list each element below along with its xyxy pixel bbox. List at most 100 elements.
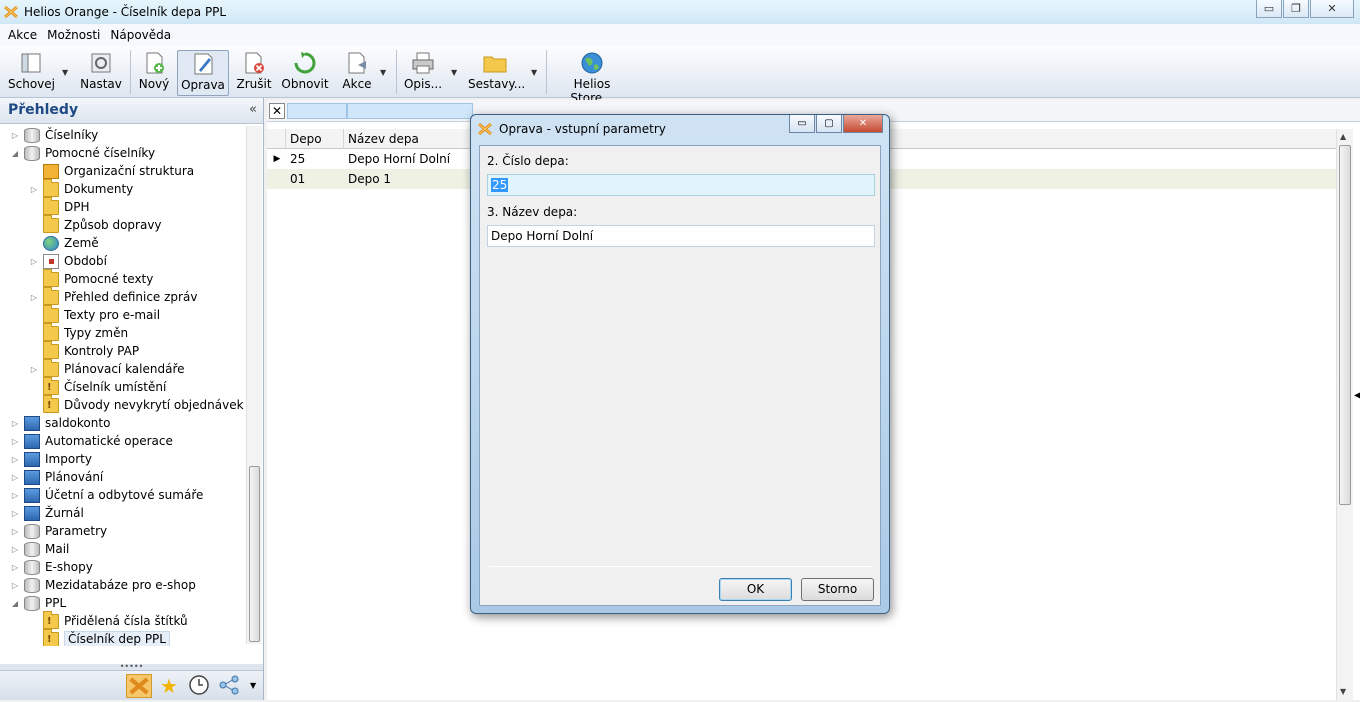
tree-node[interactable]: Texty pro e-mail bbox=[29, 304, 160, 324]
tree-node[interactable]: ▷ Mezidatabáze pro e-shop bbox=[10, 576, 196, 594]
expand-icon[interactable]: ▷ bbox=[10, 419, 20, 428]
expand-icon[interactable]: ▷ bbox=[10, 437, 20, 446]
schovej-button[interactable]: Schovej bbox=[8, 50, 55, 96]
clock-icon bbox=[189, 675, 209, 695]
tree-node[interactable]: Země bbox=[29, 234, 99, 252]
expand-icon[interactable]: ▷ bbox=[29, 257, 39, 266]
tree-node[interactable]: ▷ Plánování bbox=[10, 468, 103, 486]
clear-filter-icon[interactable]: ✕ bbox=[269, 103, 285, 119]
tree-node[interactable]: ▷ Období bbox=[29, 252, 107, 270]
menu-napoveda[interactable]: Nápověda bbox=[106, 28, 175, 42]
dialog-close-button[interactable]: ✕ bbox=[843, 115, 883, 133]
obnovit-button[interactable]: Obnovit bbox=[280, 50, 330, 96]
tree-node[interactable]: Způsob dopravy bbox=[29, 214, 162, 234]
expand-icon[interactable]: ▷ bbox=[10, 581, 20, 590]
tree-node[interactable]: ▷ Dokumenty bbox=[29, 178, 133, 198]
schovej-dropdown-icon[interactable]: ▼ bbox=[62, 68, 68, 77]
window-controls: ▭ ❐ ✕ bbox=[1255, 0, 1354, 18]
scrollbar-thumb[interactable] bbox=[249, 466, 260, 642]
tree-node[interactable]: Kontroly PAP bbox=[29, 340, 139, 360]
menu-akce[interactable]: Akce bbox=[4, 28, 41, 42]
collapse-icon[interactable]: ◢ bbox=[10, 149, 20, 158]
tree-node[interactable]: ◢ PPL bbox=[10, 594, 66, 612]
tree-node[interactable]: ▷ Žurnál bbox=[10, 504, 84, 522]
scrollbar-thumb[interactable] bbox=[1339, 145, 1351, 505]
cell-nazev[interactable]: Depo 1 bbox=[344, 169, 474, 189]
side-panel-toggle-icon[interactable]: ◀ bbox=[1354, 390, 1360, 401]
tree-node[interactable]: Organizační struktura bbox=[29, 162, 194, 180]
tree-node[interactable]: Typy změn bbox=[29, 322, 128, 342]
novy-button[interactable]: Nový bbox=[136, 50, 172, 96]
ok-button[interactable]: OK bbox=[719, 578, 792, 601]
expand-icon[interactable]: ▷ bbox=[10, 131, 20, 140]
tree-node[interactable]: ▷ Plánovací kalendáře bbox=[29, 358, 185, 378]
tree-node[interactable]: Pomocné texty bbox=[29, 268, 153, 288]
expand-icon[interactable]: ▷ bbox=[10, 455, 20, 464]
bottombar-dropdown-icon[interactable]: ▼ bbox=[250, 681, 256, 690]
scroll-down-icon[interactable]: ▼ bbox=[1340, 687, 1346, 696]
restore-button[interactable]: ❐ bbox=[1283, 0, 1309, 18]
column-header-nazev[interactable]: Název depa bbox=[344, 129, 474, 149]
sestavy-button[interactable]: Sestavy... bbox=[468, 50, 525, 96]
expand-icon[interactable]: ▷ bbox=[10, 545, 20, 554]
nastav-button[interactable]: Nastav bbox=[80, 50, 122, 96]
opis-dropdown-icon[interactable]: ▼ bbox=[451, 68, 457, 77]
menu-moznosti[interactable]: Možnosti bbox=[43, 28, 104, 42]
tree-node[interactable]: ▷ Automatické operace bbox=[10, 432, 173, 450]
tree-node[interactable]: ◢ Pomocné číselníky bbox=[10, 144, 155, 162]
refresh-icon bbox=[294, 52, 316, 74]
expand-icon[interactable]: ▷ bbox=[29, 185, 39, 194]
opis-button[interactable]: Opis... bbox=[402, 50, 444, 96]
tree-node[interactable]: Přidělená čísla štítků bbox=[29, 610, 188, 630]
expand-icon[interactable]: ▷ bbox=[10, 527, 20, 536]
tree-node[interactable]: ▷ Číselníky bbox=[10, 126, 98, 144]
helios-overview-icon[interactable] bbox=[126, 674, 152, 698]
tree-node[interactable]: ▷ Importy bbox=[10, 450, 92, 468]
tree-node[interactable]: DPH bbox=[29, 196, 90, 216]
tree-node-selected[interactable]: Číselník dep PPL bbox=[29, 628, 170, 646]
tree-node[interactable]: ▷ Účetní a odbytové sumáře bbox=[10, 486, 203, 504]
akce-button[interactable]: Akce bbox=[338, 50, 376, 96]
expand-icon[interactable]: ▷ bbox=[10, 491, 20, 500]
cell-nazev[interactable]: Depo Horní Dolní bbox=[344, 149, 474, 169]
tree-node[interactable]: ▷ Mail bbox=[10, 540, 69, 558]
grid-scrollbar[interactable]: ▲ ▼ bbox=[1336, 129, 1353, 700]
tree-node[interactable]: ▷ Přehled definice zpráv bbox=[29, 286, 197, 306]
zrusit-button[interactable]: Zrušit bbox=[234, 50, 274, 96]
column-header-depo[interactable]: Depo bbox=[286, 129, 344, 149]
cell-depo[interactable]: 25 bbox=[286, 149, 344, 169]
akce-dropdown-icon[interactable]: ▼ bbox=[380, 68, 386, 77]
tree-node[interactable]: ▷ E-shopy bbox=[10, 558, 93, 576]
filter-cell-depo[interactable] bbox=[287, 103, 347, 119]
nazev-depa-input[interactable]: Depo Horní Dolní bbox=[487, 225, 875, 247]
collapse-icon[interactable]: ◢ bbox=[10, 599, 20, 608]
tree-node[interactable]: Důvody nevykrytí objednávek bbox=[29, 394, 244, 414]
dialog-title: Oprava - vstupní parametry bbox=[499, 122, 666, 136]
expand-icon[interactable]: ▷ bbox=[29, 293, 39, 302]
tree-scrollbar[interactable] bbox=[246, 126, 262, 644]
oprava-button[interactable]: Oprava bbox=[177, 50, 229, 96]
minimize-button[interactable]: ▭ bbox=[1256, 0, 1282, 18]
expand-icon[interactable]: ▷ bbox=[10, 473, 20, 482]
helios-store-button[interactable]: Helios Store... bbox=[554, 50, 630, 105]
expand-icon[interactable]: ▷ bbox=[10, 509, 20, 518]
sestavy-dropdown-icon[interactable]: ▼ bbox=[531, 68, 537, 77]
dialog-minimize-button[interactable]: ▭ bbox=[789, 115, 815, 133]
storno-button[interactable]: Storno bbox=[801, 578, 874, 601]
share-icon[interactable] bbox=[216, 674, 242, 698]
favorites-star-icon[interactable]: ★ bbox=[156, 674, 182, 698]
tree-node[interactable]: Číselník umístění bbox=[29, 376, 166, 396]
history-clock-icon[interactable] bbox=[186, 674, 212, 698]
toolbar-separator bbox=[130, 50, 131, 94]
filter-cell-nazev[interactable] bbox=[347, 103, 473, 119]
dialog-maximize-button[interactable]: ▢ bbox=[816, 115, 842, 133]
cell-depo[interactable]: 01 bbox=[286, 169, 344, 189]
tree-node[interactable]: ▷ Parametry bbox=[10, 522, 107, 540]
cislo-depa-input[interactable]: 25 bbox=[487, 174, 875, 196]
expand-icon[interactable]: ▷ bbox=[10, 563, 20, 572]
close-button[interactable]: ✕ bbox=[1310, 0, 1354, 18]
scroll-up-icon[interactable]: ▲ bbox=[1340, 132, 1346, 141]
expand-icon[interactable]: ▷ bbox=[29, 365, 39, 374]
tree-node[interactable]: ▷ saldokonto bbox=[10, 414, 110, 432]
collapse-panel-icon[interactable]: « bbox=[249, 102, 257, 117]
